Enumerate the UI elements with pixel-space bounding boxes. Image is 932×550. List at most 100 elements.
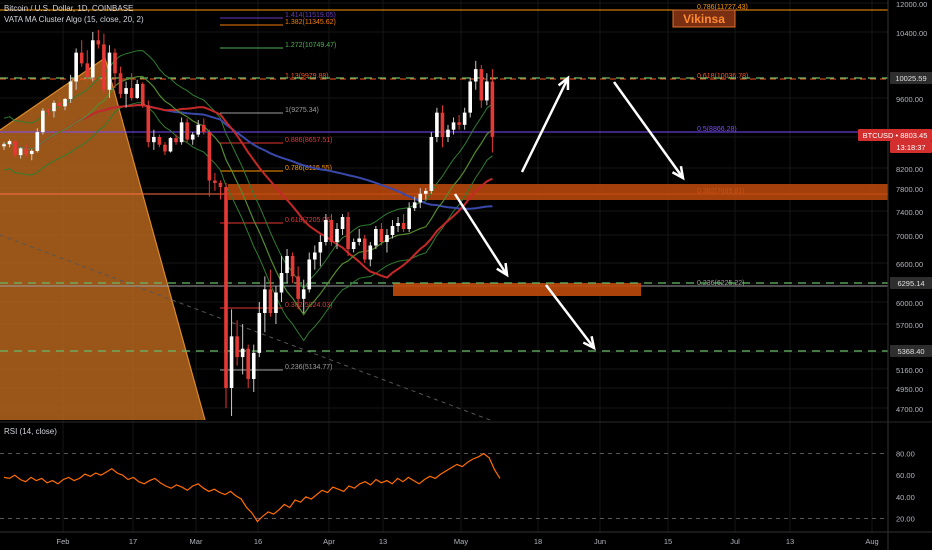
- time-tick: Aug: [865, 537, 878, 546]
- candle-body: [462, 112, 467, 125]
- fib-label: 0.886(8657.51): [285, 137, 332, 144]
- support-zone: [393, 283, 641, 296]
- candle-body: [346, 217, 350, 249]
- candle-body: [41, 110, 45, 133]
- candle-body: [91, 40, 95, 78]
- candle-body: [290, 256, 295, 277]
- candle-body: [146, 105, 151, 143]
- fib-label: 1(9275.34): [285, 107, 319, 114]
- candle-body: [424, 190, 428, 194]
- candle-body: [451, 122, 456, 130]
- price-tag-text: 10025.59: [895, 74, 926, 83]
- candle-body: [307, 259, 312, 290]
- rsi-tick: 80.00: [896, 450, 915, 459]
- candle-body: [446, 129, 450, 137]
- candle-body: [229, 336, 234, 388]
- candle-body: [440, 112, 445, 137]
- candle-body: [140, 83, 145, 106]
- time-tick: 17: [129, 537, 137, 546]
- price-tick: 5160.00: [896, 366, 923, 375]
- candle-body: [351, 242, 356, 249]
- price-tick: 7800.00: [896, 185, 923, 194]
- time-tick: 13: [786, 537, 794, 546]
- candle-body: [196, 124, 201, 135]
- candle-body: [13, 141, 17, 156]
- time-tick: May: [454, 537, 468, 546]
- time-tick: 13: [379, 537, 387, 546]
- candle-body: [107, 52, 112, 90]
- candle-body: [224, 187, 228, 388]
- time-tick: Jul: [730, 537, 740, 546]
- candle-body: [401, 223, 406, 229]
- time-tick: Feb: [57, 537, 70, 546]
- chart[interactable]: 0.786(11727.43)1.414(11519.05)1.382(1134…: [0, 0, 932, 550]
- time-tick: 16: [254, 537, 262, 546]
- fib-label: 1.272(10749.47): [285, 42, 336, 49]
- candle-body: [235, 336, 239, 358]
- candle-body: [52, 102, 56, 112]
- time-tick: 15: [664, 537, 672, 546]
- candle-body: [202, 124, 206, 133]
- candle-body: [374, 229, 378, 246]
- candle-body: [268, 289, 273, 313]
- price-tick: 6600.00: [896, 260, 923, 269]
- candle-body: [185, 122, 189, 140]
- price-tag-text: BTCUSD • 8803.45: [863, 131, 928, 140]
- candle-body: [418, 193, 423, 203]
- candle-body: [385, 235, 389, 242]
- candle-body: [168, 138, 173, 152]
- candle-body: [329, 220, 334, 242]
- fib-label: 1.382(11345.62): [285, 19, 336, 26]
- candle-body: [207, 132, 212, 181]
- candle-body: [79, 52, 84, 64]
- candle-body: [246, 348, 250, 379]
- candle-body: [85, 63, 90, 78]
- fib-label: 0.5(8866.28): [697, 126, 737, 133]
- candle-body: [129, 88, 134, 98]
- candle-body: [279, 273, 284, 293]
- candle-body: [152, 137, 156, 143]
- candle-body: [63, 98, 67, 107]
- candle-body: [124, 88, 128, 94]
- candle-body: [362, 238, 367, 260]
- candle-body: [257, 313, 262, 353]
- candle-body: [174, 138, 178, 143]
- candle-body: [135, 83, 139, 98]
- candle-body: [46, 110, 51, 112]
- candle-body: [357, 238, 361, 242]
- price-tick: 5700.00: [896, 321, 923, 330]
- candle-body: [57, 102, 62, 107]
- candle-body: [313, 252, 317, 260]
- candle-body: [74, 52, 78, 82]
- fib-label: 1.13(9979.88): [285, 73, 329, 80]
- candle-body: [2, 144, 6, 147]
- price-tag-text: 13:18:37: [896, 143, 925, 152]
- candle-body: [435, 112, 439, 137]
- candle-body: [457, 122, 461, 125]
- candle-body: [379, 229, 384, 242]
- candle-body: [251, 352, 256, 379]
- candle-body: [190, 134, 195, 140]
- candle-body: [485, 81, 489, 101]
- price-tag-text: 5368.40: [897, 347, 924, 356]
- candle-body: [24, 148, 28, 155]
- symbol-title: Bitcoin / U.S. Dollar, 1D, COINBASE: [4, 4, 133, 13]
- price-tick: 7000.00: [896, 232, 923, 241]
- candle-body: [335, 229, 339, 242]
- price-tick: 4950.00: [896, 385, 923, 394]
- time-tick: 18: [534, 537, 542, 546]
- candle-body: [68, 81, 73, 99]
- candle-body: [96, 40, 101, 45]
- price-tag-text: 6295.14: [897, 279, 924, 288]
- candle-body: [324, 220, 328, 242]
- fib-label: 1.414(11519.05): [285, 12, 336, 19]
- resistance-zone: [228, 184, 888, 200]
- candle-body: [412, 202, 417, 209]
- candle-body: [213, 180, 217, 183]
- rsi-title: RSI (14, close): [4, 427, 57, 436]
- candle-body: [263, 289, 267, 313]
- time-tick: Apr: [323, 537, 335, 546]
- candle-body: [163, 144, 167, 152]
- candle-body: [274, 292, 278, 313]
- candle-body: [479, 69, 484, 101]
